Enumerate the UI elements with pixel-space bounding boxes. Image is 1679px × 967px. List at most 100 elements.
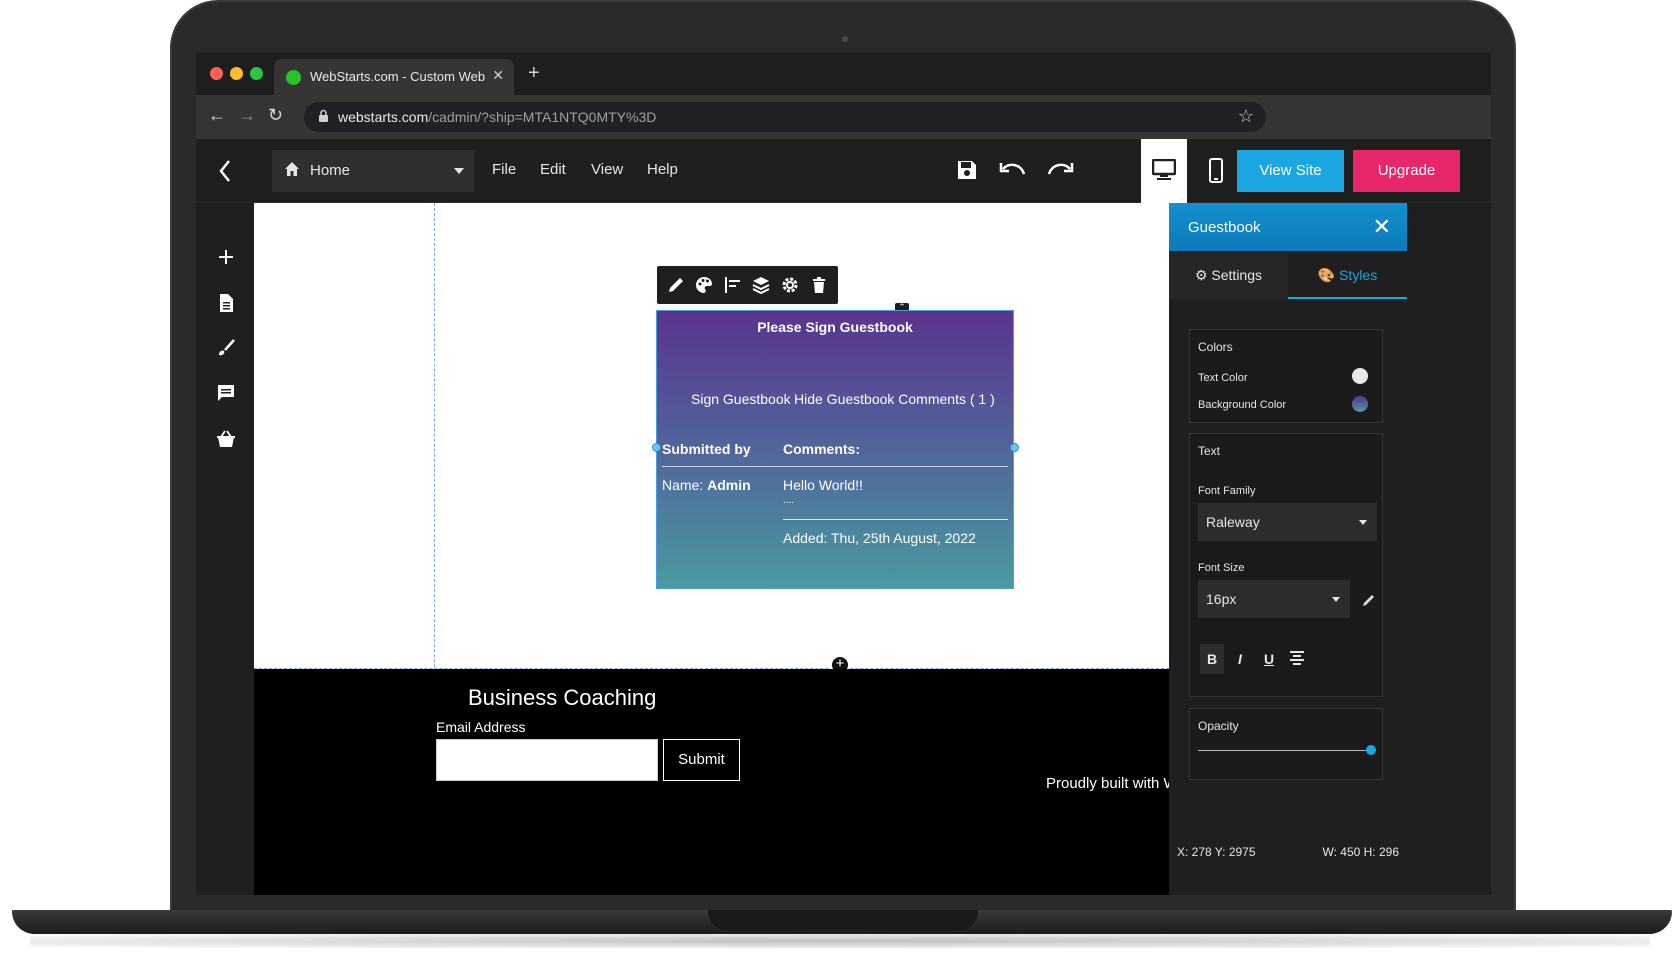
edit-pencil-icon[interactable] (1362, 593, 1376, 607)
font-family-value: Raleway (1206, 514, 1260, 530)
design-brush-icon[interactable] (216, 338, 236, 358)
text-card: Text Font Family Raleway Font Size 16px … (1189, 433, 1383, 697)
edit-pencil-icon[interactable] (667, 276, 685, 294)
save-icon[interactable] (955, 158, 979, 182)
upgrade-button[interactable]: Upgrade (1353, 150, 1460, 192)
window-zoom-button[interactable] (250, 67, 263, 80)
entry-comment: Hello World!! (783, 477, 863, 493)
pages-icon[interactable] (216, 293, 236, 313)
hide-comments-link[interactable]: Hide Guestbook Comments ( 1 ) (794, 391, 995, 407)
comments-icon[interactable] (216, 383, 236, 403)
window-minimize-button[interactable] (230, 67, 243, 80)
colors-card: Colors Text Color Background Color (1189, 329, 1383, 423)
font-family-select[interactable]: Raleway (1198, 503, 1377, 541)
page-selector-label: Home (310, 162, 351, 179)
entry-name: Name: Admin (662, 477, 751, 493)
tab-close-icon[interactable]: ✕ (492, 67, 504, 84)
underline-button[interactable]: U (1257, 644, 1281, 674)
footer-section[interactable]: Business Coaching Email Address Submit P… (254, 669, 1186, 895)
palette-icon[interactable] (695, 276, 713, 294)
add-element-icon[interactable] (216, 247, 236, 267)
business-title: Business Coaching (468, 685, 657, 710)
background-color-swatch[interactable] (1352, 396, 1368, 412)
text-color-label: Text Color (1198, 372, 1248, 384)
opacity-slider-track[interactable] (1198, 750, 1372, 751)
resize-handle-left[interactable] (652, 443, 661, 452)
back-arrow-icon[interactable]: ← (208, 105, 226, 126)
bold-button[interactable]: B (1200, 644, 1224, 674)
font-size-select[interactable]: 16px (1198, 580, 1350, 618)
screen: WebStarts.com - Custom Web ✕ + ← → ↻ web… (196, 53, 1491, 895)
element-toolbar (657, 266, 838, 304)
gear-icon[interactable] (781, 276, 799, 294)
address-bar[interactable]: webstarts.com/cadmin/?ship=MTA1NTQ0MTY%3… (304, 102, 1266, 132)
gear-icon: ⚙ (1194, 267, 1208, 283)
text-color-swatch[interactable] (1352, 368, 1368, 384)
opacity-label: Opacity (1198, 719, 1239, 733)
menu-help[interactable]: Help (647, 161, 678, 178)
forward-arrow-icon[interactable]: → (238, 105, 256, 126)
menu-edit[interactable]: Edit (540, 161, 566, 178)
tab-styles[interactable]: 🎨 Styles (1288, 251, 1407, 299)
browser-tab-bar: WebStarts.com - Custom Web ✕ + (196, 53, 1491, 95)
email-input[interactable] (436, 739, 658, 781)
background-color-label: Background Color (1198, 399, 1287, 411)
italic-button[interactable]: I (1228, 644, 1252, 674)
desktop-icon (1152, 159, 1176, 180)
new-tab-button[interactable]: + (528, 62, 540, 85)
home-icon (285, 162, 299, 176)
left-sidebar (196, 203, 254, 895)
url-text: webstarts.com/cadmin/?ship=MTA1NTQ0MTY%3… (338, 109, 657, 125)
bookmark-star-icon[interactable]: ☆ (1238, 106, 1254, 127)
redo-icon[interactable] (1046, 160, 1074, 182)
site-favicon-icon (286, 70, 301, 85)
close-icon[interactable]: ✕ (1373, 214, 1391, 240)
mobile-view-icon[interactable] (1208, 158, 1224, 184)
page-selector[interactable]: Home (272, 150, 474, 192)
resize-handle-right[interactable] (1010, 443, 1019, 452)
comments-header: Comments: (783, 441, 861, 457)
header-divider (662, 466, 1008, 467)
webcam (842, 36, 848, 42)
sign-guestbook-link[interactable]: Sign Guestbook (691, 391, 791, 407)
chevron-down-icon (1332, 597, 1340, 602)
trash-icon[interactable] (810, 276, 828, 294)
desktop-view-button[interactable] (1141, 139, 1187, 203)
align-center-icon[interactable] (1290, 651, 1304, 665)
align-left-icon[interactable] (724, 276, 742, 294)
proudly-built-text: Proudly built with We (1046, 775, 1186, 792)
text-heading: Text (1198, 444, 1221, 458)
laptop-shadow (30, 934, 1650, 948)
font-size-value: 16px (1206, 591, 1237, 607)
laptop-notch (708, 910, 978, 930)
lock-icon (319, 109, 328, 122)
size-readout: W: 450 H: 296 (1322, 845, 1400, 859)
window-close-button[interactable] (210, 67, 223, 80)
chevron-down-icon (454, 168, 464, 174)
guestbook-widget[interactable]: Please Sign Guestbook Sign Guestbook Hid… (656, 310, 1014, 589)
submit-button[interactable]: Submit (663, 739, 740, 781)
format-buttons: B I U (1190, 636, 1384, 680)
menu-file[interactable]: File (492, 161, 516, 178)
undo-icon[interactable] (999, 160, 1027, 182)
tab-settings[interactable]: ⚙ Settings (1169, 251, 1288, 299)
reload-icon[interactable]: ↻ (268, 105, 283, 126)
entry-comment-more: .... (783, 495, 795, 506)
editor-canvas[interactable]: ⌃⌄ Please Sign Guestbook Sign Guestbook … (254, 203, 1169, 895)
entry-divider (783, 519, 1008, 520)
menu-view[interactable]: View (591, 161, 623, 178)
properties-panel: Guestbook ✕ ⚙ Settings 🎨 Styles Colors T… (1169, 203, 1407, 895)
view-site-button[interactable]: View Site (1237, 150, 1344, 192)
submitted-by-header: Submitted by (662, 441, 751, 457)
layers-icon[interactable] (752, 276, 770, 294)
palette-icon: 🎨 (1317, 267, 1336, 283)
browser-tab[interactable]: WebStarts.com - Custom Web ✕ (274, 59, 514, 95)
opacity-slider-thumb[interactable] (1366, 745, 1376, 755)
entry-added-date: Added: Thu, 25th August, 2022 (783, 530, 976, 546)
font-family-label: Font Family (1198, 485, 1256, 497)
store-basket-icon[interactable] (216, 429, 236, 449)
browser-nav-row: ← → ↻ webstarts.com/cadmin/?ship=MTA1NTQ… (196, 95, 1491, 139)
colors-heading: Colors (1198, 340, 1233, 354)
panel-tabs: ⚙ Settings 🎨 Styles (1169, 251, 1407, 299)
back-chevron-icon[interactable] (218, 158, 232, 184)
